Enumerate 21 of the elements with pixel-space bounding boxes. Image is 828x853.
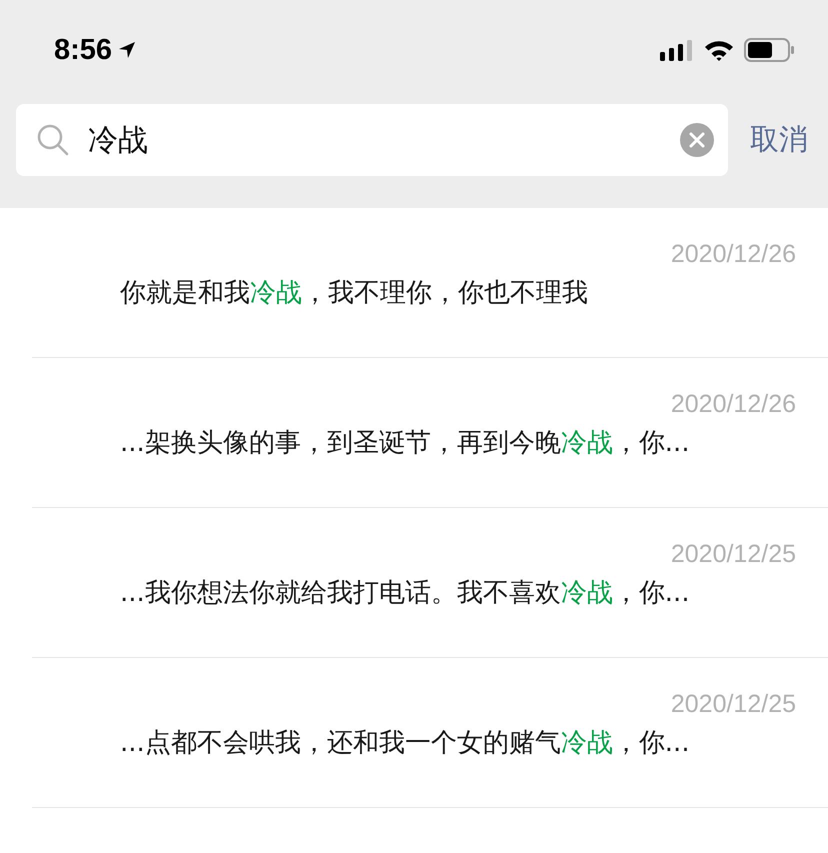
message-date: 2020/12/26 <box>670 240 796 269</box>
message-snippet: ...架换头像的事，到圣诞节，再到今晚冷战，你... <box>120 427 691 460</box>
search-field[interactable]: 冷战 <box>16 104 728 176</box>
message-date: 2020/12/26 <box>670 390 796 419</box>
search-icon <box>36 123 70 157</box>
location-arrow-icon <box>118 41 136 59</box>
clear-icon[interactable] <box>680 123 714 157</box>
cancel-link[interactable]: 取消 <box>750 120 808 160</box>
signal-icon <box>660 39 694 61</box>
search-result-item[interactable]: 2020/12/25 ...我你想法你就给我打电话。我不喜欢冷战，你... <box>32 508 828 658</box>
message-date: 2020/12/25 <box>670 690 796 719</box>
message-snippet: ...我你想法你就给我打电话。我不喜欢冷战，你... <box>120 577 691 610</box>
message-snippet: 你就是和我冷战，我不理你，你也不理我 <box>120 277 589 310</box>
battery-icon <box>744 38 796 62</box>
clock-time: 8:56 <box>54 34 112 66</box>
search-result-item[interactable]: 2020/12/25 ...点都不会哄我，还和我一个女的赌气冷战，你... <box>32 658 828 808</box>
message-snippet: ...点都不会哄我，还和我一个女的赌气冷战，你... <box>120 727 691 760</box>
message-date: 2020/12/25 <box>670 540 796 569</box>
search-result-item[interactable]: 2020/12/26 你就是和我冷战，我不理你，你也不理我 <box>32 208 828 358</box>
search-result-item[interactable]: 2020/12/26 ...架换头像的事，到圣诞节，再到今晚冷战，你... <box>32 358 828 508</box>
wifi-icon <box>704 39 734 61</box>
